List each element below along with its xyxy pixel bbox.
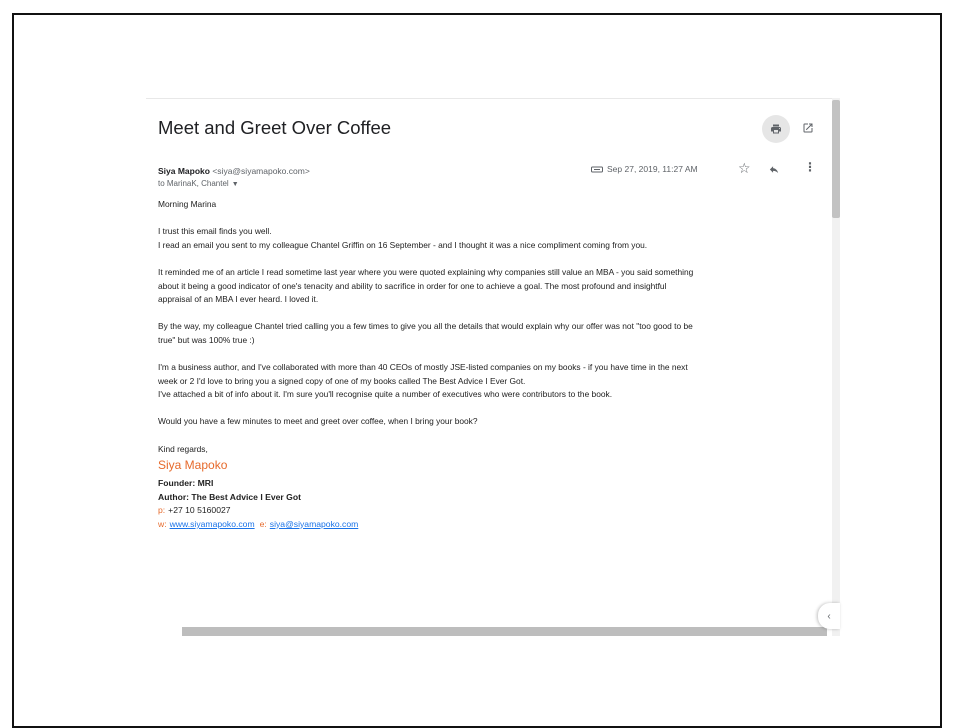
- recipients-toggle[interactable]: to MarinaK, Chantel ▼: [158, 179, 239, 188]
- reply-icon: [769, 166, 779, 174]
- popout-icon: [803, 123, 813, 133]
- chevron-down-icon: ▼: [231, 181, 239, 188]
- email-date: Sep 27, 2019, 11:27 AM: [607, 164, 698, 174]
- horizontal-scrollbar[interactable]: [182, 627, 827, 636]
- body-line: I trust this email finds you well.: [158, 226, 272, 237]
- closing: Kind regards,: [158, 443, 208, 454]
- body-line: By the way, my colleague Chantel tried c…: [158, 321, 693, 332]
- signature-links-row: w: www.siyamapoko.com e: siya@siyamapoko.co…: [158, 518, 824, 532]
- body-line: Would you have a few minutes to meet and…: [158, 416, 478, 427]
- more-options-icon[interactable]: ⋮: [804, 161, 816, 173]
- website-link[interactable]: www.siyamapoko.com: [170, 519, 255, 529]
- sender-email: <siya@siyamapoko.com>: [212, 166, 310, 176]
- chevron-left-icon: ‹: [827, 610, 831, 622]
- vertical-scrollbar[interactable]: [832, 98, 840, 636]
- email-label: e:: [259, 518, 267, 529]
- body-line: week or 2 I'd love to bring you a signed…: [158, 375, 526, 386]
- open-in-new-window-button[interactable]: [800, 120, 816, 136]
- sender-row: Siya Mapoko <siya@siyamapoko.com>: [158, 166, 310, 176]
- vertical-scrollbar-thumb[interactable]: [832, 100, 840, 218]
- email-link[interactable]: siya@siyamapoko.com: [270, 519, 359, 529]
- attachment-icon: [591, 166, 603, 172]
- web-label: w:: [158, 518, 167, 529]
- body-line: appraisal of an MBA I ever heard. I love…: [158, 294, 319, 305]
- email-subject: Meet and Greet Over Coffee: [158, 117, 392, 138]
- email-meta: Sep 27, 2019, 11:27 AM: [591, 164, 698, 174]
- print-button[interactable]: [762, 115, 790, 143]
- star-icon[interactable]: ☆: [738, 161, 751, 175]
- recipients-text: to MarinaK, Chantel: [158, 179, 229, 188]
- body-line: true" but was 100% true :): [158, 334, 255, 345]
- side-panel-toggle[interactable]: ‹: [818, 603, 840, 629]
- signature-phone-row: p: +27 10 5160027: [158, 504, 824, 518]
- body-line: I'm a business author, and I've collabor…: [158, 362, 688, 373]
- body-line: It reminded me of an article I read some…: [158, 267, 694, 278]
- greeting: Morning Marina: [158, 199, 217, 209]
- print-icon: [771, 124, 781, 134]
- phone-label: p:: [158, 505, 166, 516]
- signature-name: Siya Mapoko: [158, 458, 228, 473]
- email-body: Morning Marina I trust this email finds …: [158, 198, 824, 531]
- top-divider: [146, 98, 832, 99]
- signature-title-founder: Founder: MRI: [158, 478, 214, 489]
- reply-button[interactable]: [768, 162, 780, 180]
- email-view: Meet and Greet Over Coffee Siya Mapoko <…: [146, 98, 840, 636]
- sender-name[interactable]: Siya Mapoko: [158, 166, 210, 176]
- phone-number: +27 10 5160027: [168, 505, 231, 516]
- body-line: I've attached a bit of info about it. I'…: [158, 389, 613, 400]
- signature-title-author: Author: The Best Advice I Ever Got: [158, 491, 301, 502]
- body-line: about it being a good indicator of one's…: [158, 280, 667, 291]
- body-line: I read an email you sent to my colleague…: [158, 239, 648, 250]
